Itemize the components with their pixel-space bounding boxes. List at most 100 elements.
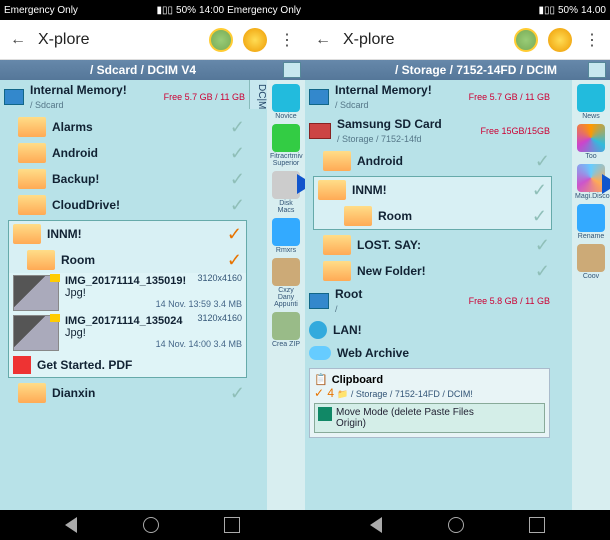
root-row[interactable]: Root/ Free 5.8 GB / 11 GB xyxy=(305,284,554,318)
crest-icon[interactable] xyxy=(514,28,538,52)
folder-row[interactable]: Alarms✓ xyxy=(0,114,249,140)
tool-filter[interactable]: Fitracrtmiv Superior xyxy=(270,124,302,167)
check-icon[interactable]: ✓ xyxy=(532,206,547,227)
path-bar[interactable]: / Storage / 7152-14FD / DCIM xyxy=(305,60,610,80)
folder-row[interactable]: CloudDrive!✓ xyxy=(0,192,249,218)
check-icon[interactable]: ✓ xyxy=(230,143,245,164)
device-icon xyxy=(309,293,329,309)
folder-icon xyxy=(323,151,351,171)
folder-row-selected[interactable]: Room✓ xyxy=(9,247,246,273)
back-icon[interactable]: ← xyxy=(313,30,333,50)
app-bar: ← X-plore ⋮ xyxy=(305,20,610,60)
tool-rename[interactable]: Rename xyxy=(575,204,607,240)
device-icon xyxy=(4,89,24,105)
file-row[interactable]: Get Started. PDF xyxy=(9,353,246,377)
checkbox-icon xyxy=(318,407,332,421)
selection-group: INNM!✓ Room✓ xyxy=(313,176,552,230)
internal-memory-row[interactable]: Internal Memory!/ Sdcard Free 5.7 GB / 1… xyxy=(305,80,554,114)
nav-back-icon[interactable] xyxy=(65,517,77,533)
folder-row-selected[interactable]: INNM!✓ xyxy=(314,177,551,203)
transfer-arrow-icon[interactable] xyxy=(602,174,610,194)
check-icon[interactable]: ✓ xyxy=(532,180,547,201)
status-icons: ▮▯▯ 50% 14:00 Emergency Only xyxy=(157,5,301,16)
app-bar: ← X-plore ⋮ xyxy=(0,20,305,60)
check-icon[interactable]: ✓ xyxy=(230,383,245,404)
folder-row[interactable]: Android✓ xyxy=(305,148,554,174)
tool-zip[interactable]: Crea ZIP xyxy=(270,312,302,348)
check-icon[interactable]: ✓ xyxy=(227,250,242,271)
crest-icon[interactable] xyxy=(209,28,233,52)
clipboard-title: Clipboard xyxy=(332,374,383,386)
sdcard-row[interactable]: Samsung SD Card/ Storage / 7152-14fd Fre… xyxy=(305,114,554,148)
file-row[interactable]: IMG_20171114_135019!Jpg!14 Nov. 13:59 3.… xyxy=(9,273,246,313)
bookmark-icon[interactable] xyxy=(243,28,267,52)
internal-memory-row[interactable]: Internal Memory!/ Sdcard Free 5.7 GB / 1… xyxy=(0,80,249,114)
nav-bar xyxy=(305,510,610,540)
nav-recent-icon[interactable] xyxy=(224,517,240,533)
nav-recent-icon[interactable] xyxy=(529,517,545,533)
image-thumb xyxy=(13,315,59,351)
overflow-icon[interactable]: ⋮ xyxy=(582,30,602,50)
sdcard-icon xyxy=(309,123,331,139)
file-list: Internal Memory!/ Sdcard Free 5.7 GB / 1… xyxy=(0,80,249,510)
check-icon[interactable]: ✓ xyxy=(535,235,550,256)
tool-too[interactable]: Too xyxy=(575,124,607,160)
folder-row-selected[interactable]: INNM!✓ xyxy=(9,221,246,247)
transfer-arrow-icon[interactable] xyxy=(297,174,305,194)
folder-icon xyxy=(18,383,46,403)
folder-icon xyxy=(27,250,55,270)
lan-row[interactable]: LAN! xyxy=(305,318,554,342)
left-pane: Emergency Only ▮▯▯ 50% 14:00 Emergency O… xyxy=(0,0,305,540)
folder-icon xyxy=(318,180,346,200)
nav-back-icon[interactable] xyxy=(370,517,382,533)
folder-row[interactable]: LOST. SAY:✓ xyxy=(305,232,554,258)
clipboard-panel: 📋Clipboard ✓ 4 📁 / Storage / 7152-14FD /… xyxy=(309,368,550,438)
folder-row[interactable]: New Folder!✓ xyxy=(305,258,554,284)
check-icon[interactable]: ✓ xyxy=(535,261,550,282)
file-list: Internal Memory!/ Sdcard Free 5.7 GB / 1… xyxy=(305,80,554,510)
tool-novice[interactable]: Novice xyxy=(270,84,302,120)
check-icon[interactable]: ✓ xyxy=(230,117,245,138)
nav-home-icon[interactable] xyxy=(143,517,159,533)
app-title: X-plore xyxy=(343,31,504,49)
tool-rename[interactable]: Rmxrs xyxy=(270,218,302,254)
tool-copy[interactable]: Coov xyxy=(575,244,607,280)
folder-icon xyxy=(344,206,372,226)
app-title: X-plore xyxy=(38,31,199,49)
back-icon[interactable]: ← xyxy=(8,30,28,50)
folder-icon xyxy=(323,261,351,281)
tool-news[interactable]: News xyxy=(575,84,607,120)
folder-icon xyxy=(323,235,351,255)
check-icon[interactable]: ✓ xyxy=(230,195,245,216)
folder-row[interactable]: Android✓ xyxy=(0,140,249,166)
pdf-icon xyxy=(13,356,31,374)
content-area: DC|M Novice Fitracrtmiv Superior Disk Ma… xyxy=(0,80,305,510)
folder-icon xyxy=(18,195,46,215)
folder-row[interactable]: Backup!✓ xyxy=(0,166,249,192)
cloud-row[interactable]: Web Archive xyxy=(305,342,554,364)
content-area: News Too Magi.Disco Rename Coov Internal… xyxy=(305,80,610,510)
path-bar[interactable]: / Sdcard / DCIM V4 xyxy=(0,60,305,80)
status-icons: ▮▯▯ 50% 14.00 xyxy=(538,5,606,16)
folder-row-selected[interactable]: Room✓ xyxy=(314,203,551,229)
overflow-icon[interactable]: ⋮ xyxy=(277,30,297,50)
folder-icon xyxy=(18,169,46,189)
tool-copy[interactable]: Cxzy Dany Appunti xyxy=(270,258,302,308)
vertical-tab[interactable]: DC|M xyxy=(249,80,267,109)
device-icon xyxy=(309,89,329,105)
file-row[interactable]: IMG_20171114_135024Jpg!14 Nov. 14:00 3.4… xyxy=(9,313,246,353)
bookmark-icon[interactable] xyxy=(548,28,572,52)
check-icon[interactable]: ✓ xyxy=(227,224,242,245)
nav-home-icon[interactable] xyxy=(448,517,464,533)
globe-icon xyxy=(309,321,327,339)
folder-row[interactable]: Dianxin✓ xyxy=(0,380,249,406)
folder-icon xyxy=(18,143,46,163)
check-icon[interactable]: ✓ xyxy=(230,169,245,190)
image-thumb xyxy=(13,275,59,311)
clipboard-icon: 📋 xyxy=(314,373,328,386)
status-bar: ▮▯▯ 50% 14.00 xyxy=(305,0,610,20)
status-bar: Emergency Only ▮▯▯ 50% 14:00 Emergency O… xyxy=(0,0,305,20)
check-icon[interactable]: ✓ xyxy=(535,151,550,172)
folder-icon xyxy=(13,224,41,244)
move-mode-checkbox[interactable]: Move Mode (delete Paste FilesOrigin) xyxy=(314,403,545,433)
